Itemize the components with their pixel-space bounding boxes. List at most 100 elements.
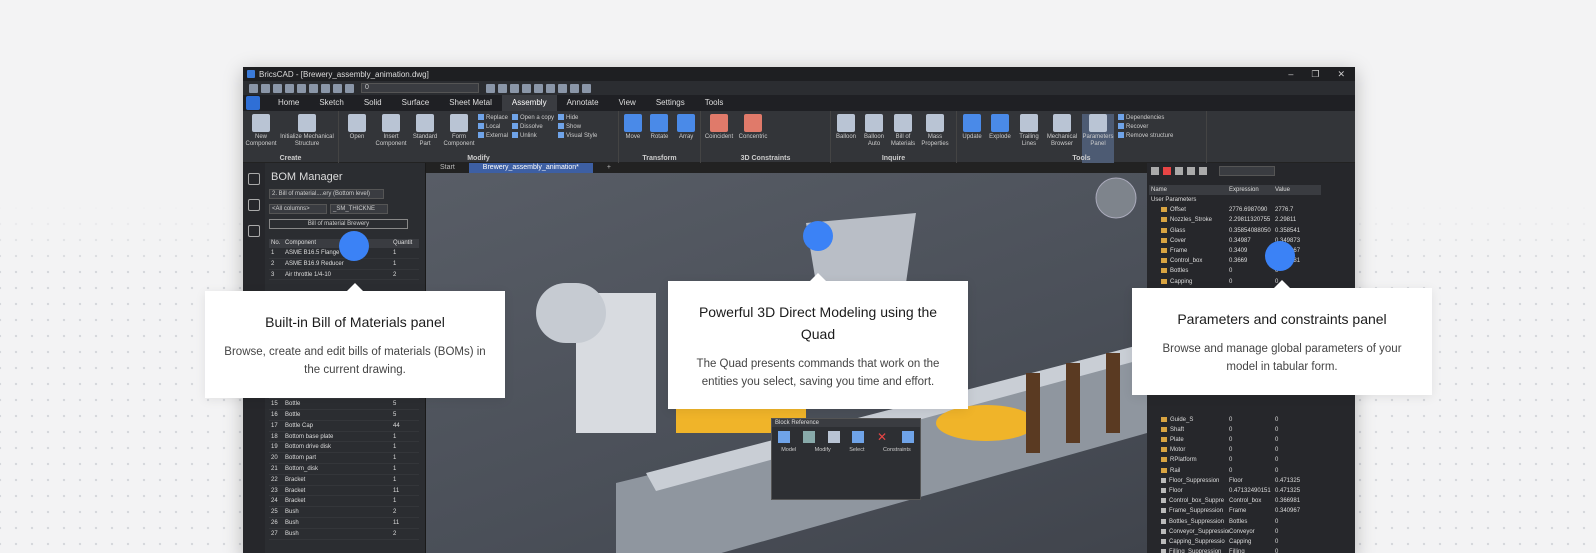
snap-icon[interactable]: [486, 83, 495, 93]
view-icon[interactable]: [546, 83, 555, 93]
parameter-row[interactable]: Bottles_Suppression Bottles 0: [1149, 517, 1321, 527]
table-row[interactable]: 18 Bottom base plate 1: [269, 432, 419, 443]
tab-sheet-metal[interactable]: Sheet Metal: [439, 95, 502, 111]
new-icon[interactable]: [249, 83, 258, 93]
parameter-row[interactable]: Motor 0 0: [1149, 445, 1321, 455]
col-no[interactable]: No.: [269, 239, 285, 248]
save-icon[interactable]: [273, 83, 282, 93]
filter-clear-icon[interactable]: [1187, 167, 1195, 175]
view-icon[interactable]: [534, 83, 543, 93]
save-as-icon[interactable]: [285, 83, 294, 93]
viewcube-icon[interactable]: [1095, 177, 1137, 219]
light-icon[interactable]: [333, 83, 342, 93]
parameter-row[interactable]: Filling_Suppression Filling 0: [1149, 547, 1321, 553]
parameter-row[interactable]: Capping00: [1149, 277, 1321, 287]
visual-style-button[interactable]: Visual Style: [558, 132, 597, 139]
dependencies-button[interactable]: Dependencies: [1118, 114, 1173, 121]
col-name[interactable]: Name: [1149, 185, 1229, 195]
parameter-row[interactable]: Glass 0.35854088050 0.358541: [1149, 226, 1321, 236]
table-row[interactable]: 25 Bush 2: [269, 507, 419, 518]
remove-structure-button[interactable]: Remove structure: [1118, 132, 1173, 139]
quad-model-label[interactable]: Model: [781, 447, 796, 453]
quad-constraints-label[interactable]: Constraints: [883, 447, 911, 453]
hotspot-quad[interactable]: [803, 221, 833, 251]
open-icon[interactable]: [261, 83, 270, 93]
delete-icon[interactable]: [1163, 167, 1171, 175]
external-button[interactable]: External: [478, 132, 508, 139]
table-row[interactable]: 16 Bottle 5: [269, 410, 419, 421]
columns-select[interactable]: <All columns>: [269, 204, 327, 214]
redo-icon[interactable]: [321, 83, 330, 93]
parameter-row[interactable]: Shaft 0 0: [1149, 425, 1321, 435]
tab-sketch[interactable]: Sketch: [309, 95, 353, 111]
tab-start[interactable]: Start: [426, 163, 469, 173]
parameter-search-input[interactable]: [1219, 166, 1275, 176]
tab-solid[interactable]: Solid: [354, 95, 392, 111]
polar-icon[interactable]: [522, 83, 531, 93]
tab-tools[interactable]: Tools: [695, 95, 734, 111]
app-menu-icon[interactable]: [246, 96, 260, 110]
table-row[interactable]: 17 Bottle Cap 44: [269, 421, 419, 432]
close-icon[interactable]: ✕: [1337, 69, 1345, 80]
bom-name-button[interactable]: Bill of material Brewery: [269, 219, 408, 229]
tab-home[interactable]: Home: [268, 95, 309, 111]
layer-dropdown[interactable]: 0: [361, 83, 479, 93]
parameter-row[interactable]: Rail 0 0: [1149, 466, 1321, 476]
parameter-row[interactable]: Capping_Suppressio Capping 0: [1149, 537, 1321, 547]
delete-icon[interactable]: ✕: [877, 431, 889, 443]
table-row[interactable]: 19 Bottom drive disk 1: [269, 442, 419, 454]
parameter-row[interactable]: Floor_Suppression Floor 0.471325: [1149, 476, 1321, 486]
col-expression[interactable]: Expression: [1229, 185, 1275, 195]
select-icon[interactable]: [827, 431, 840, 443]
parameter-row[interactable]: Conveyor_Suppression Conveyor 0: [1149, 527, 1321, 537]
col-value[interactable]: Value: [1275, 185, 1321, 195]
help-icon[interactable]: [582, 83, 591, 93]
tab-assembly[interactable]: Assembly: [501, 95, 557, 111]
property-select[interactable]: _SM_THICKNE: [330, 204, 388, 214]
parameter-row[interactable]: Control_box0.36690.366981: [1149, 256, 1321, 266]
recover-button[interactable]: Recover: [1118, 123, 1173, 130]
parameter-row[interactable]: RPlatform 0 0: [1149, 455, 1321, 465]
ortho-icon[interactable]: [510, 83, 519, 93]
parameter-row[interactable]: Frame0.34090.340967: [1149, 246, 1321, 256]
library-panel-icon[interactable]: [248, 225, 260, 237]
maximize-icon[interactable]: ❐: [1311, 69, 1319, 80]
quad-select-label[interactable]: Select: [849, 447, 864, 453]
parameter-row[interactable]: Floor 0.47132490151 0.471325: [1149, 486, 1321, 496]
bom-select[interactable]: 2. Bill of material....ery (Bottom level…: [269, 189, 384, 199]
table-row[interactable]: 2 ASME B16.9 Reducer 1: [269, 259, 419, 270]
table-row[interactable]: 22 Bracket 1: [269, 475, 419, 486]
show-button[interactable]: Show: [558, 123, 597, 130]
undo-icon[interactable]: [309, 83, 318, 93]
table-row[interactable]: 21 Bottom_disk 1: [269, 464, 419, 475]
hide-button[interactable]: Hide: [558, 114, 597, 121]
dissolve-button[interactable]: Dissolve: [512, 123, 554, 130]
measure-icon[interactable]: [570, 83, 579, 93]
table-icon[interactable]: [558, 83, 567, 93]
constraint-icon[interactable]: [852, 431, 865, 443]
unlink-button[interactable]: Unlink: [512, 132, 554, 139]
sun-icon[interactable]: [345, 83, 354, 93]
tab-settings[interactable]: Settings: [646, 95, 695, 111]
open-copy-button[interactable]: Open a copy: [512, 114, 554, 121]
table-row[interactable]: 24 Bracket 1: [269, 496, 419, 508]
replace-button[interactable]: Replace: [478, 114, 508, 121]
new-tab-button[interactable]: +: [593, 163, 625, 173]
parameter-group[interactable]: User Parameters: [1149, 195, 1321, 205]
rotate-icon[interactable]: [802, 431, 815, 443]
hotspot-params[interactable]: [1265, 241, 1295, 271]
bom-panel-icon[interactable]: [248, 173, 260, 185]
add-parameter-icon[interactable]: [1151, 167, 1159, 175]
tab-annotate[interactable]: Annotate: [557, 95, 609, 111]
parameter-row[interactable]: Offset 2776.6987090 2776.7: [1149, 205, 1321, 215]
minimize-icon[interactable]: –: [1288, 69, 1293, 80]
grid-icon[interactable]: [498, 83, 507, 93]
tab-view[interactable]: View: [609, 95, 646, 111]
tab-surface[interactable]: Surface: [392, 95, 440, 111]
parameter-row[interactable]: Nozzles_Stroke 2.29811320755 2.29811: [1149, 215, 1321, 225]
parameter-row[interactable]: Bottles 0 0: [1149, 266, 1321, 276]
local-button[interactable]: Local: [478, 123, 508, 130]
parameter-row[interactable]: Guide_S 0 0: [1149, 415, 1321, 425]
col-quantity[interactable]: Quantit: [393, 239, 419, 248]
filter-icon[interactable]: [1175, 167, 1183, 175]
